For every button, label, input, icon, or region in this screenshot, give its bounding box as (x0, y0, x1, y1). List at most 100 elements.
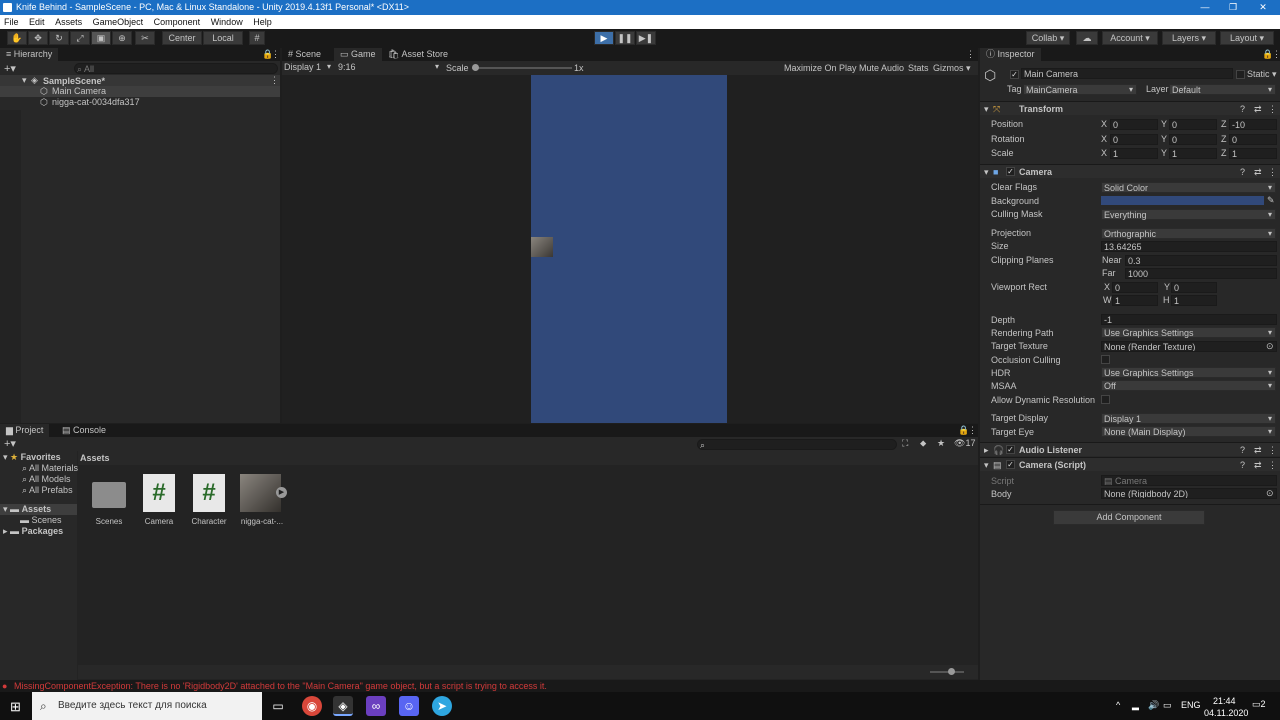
panel-menu-icon[interactable]: ⋮ (271, 49, 280, 60)
menu-component[interactable]: Component (154, 17, 201, 27)
chrome-icon[interactable]: ◉ (302, 696, 322, 716)
visual-studio-icon[interactable]: ∞ (366, 696, 386, 716)
viewport-y-field[interactable]: 0 (1171, 282, 1217, 293)
preset-icon[interactable]: ⇄ (1254, 443, 1262, 457)
camera-header[interactable]: ▾ ■ ✓ Camera ? ⇄ ⋮ (980, 164, 1280, 178)
rotation-y-field[interactable]: 0 (1169, 134, 1217, 145)
pause-button[interactable]: ❚❚ (615, 31, 635, 45)
status-error-message[interactable]: MissingComponentException: There is no '… (14, 681, 547, 691)
context-menu-icon[interactable]: ⋮ (1268, 443, 1277, 457)
step-button[interactable]: ▶❚ (636, 31, 656, 45)
rect-tool-icon[interactable]: ▣ (91, 31, 111, 45)
rotation-x-field[interactable]: 0 (1110, 134, 1158, 145)
msaa-dropdown[interactable]: Off (1101, 380, 1276, 391)
menu-gameobject[interactable]: GameObject (93, 17, 144, 27)
occlusion-culling-checkbox[interactable] (1101, 355, 1110, 364)
breadcrumb-assets[interactable]: Assets (80, 453, 110, 463)
stats-toggle[interactable]: Stats (908, 63, 929, 73)
windows-start-icon[interactable]: ⊞ (10, 699, 21, 715)
mute-audio-toggle[interactable]: Mute Audio (859, 63, 904, 73)
cloud-icon[interactable]: ☁ (1076, 31, 1098, 45)
tab-hierarchy[interactable]: ≡ Hierarchy (0, 48, 59, 61)
active-checkbox[interactable]: ✓ (1010, 70, 1019, 79)
rendering-path-dropdown[interactable]: Use Graphics Settings (1101, 327, 1276, 338)
preset-icon[interactable]: ⇄ (1254, 102, 1262, 116)
tree-item[interactable]: ▬ Scenes (20, 515, 62, 526)
menu-help[interactable]: Help (253, 17, 272, 27)
icon-size-slider-track[interactable] (930, 671, 964, 673)
preset-icon[interactable]: ⇄ (1254, 165, 1262, 179)
audio-listener-header[interactable]: ▸ 🎧 ✓ Audio Listener ? ⇄ ⋮ (980, 442, 1280, 456)
panel-menu-icon[interactable]: ⋮ (1272, 49, 1280, 60)
foldout-arrow-icon[interactable]: ▸ (984, 443, 989, 457)
tab-game[interactable]: ▭ Game (334, 48, 382, 61)
tray-arrow-icon[interactable]: ^ (1116, 700, 1120, 710)
tab-inspector[interactable]: ⓘ Inspector (980, 48, 1041, 61)
tree-item[interactable]: ⌕ All Prefabs (22, 485, 73, 496)
project-search-input[interactable]: ⌕ (697, 439, 897, 450)
menu-window[interactable]: Window (211, 17, 243, 27)
object-name-field[interactable]: Main Camera (1021, 68, 1233, 79)
expand-arrow-icon[interactable]: ▸ (3, 526, 8, 536)
tab-scene[interactable]: # Scene (282, 48, 327, 61)
tab-asset-store[interactable]: 🛍 Asset Store (382, 48, 454, 61)
status-bar[interactable]: ● MissingComponentException: There is no… (0, 680, 1280, 692)
list-item[interactable]: ⬡ nigga-cat-0034dfa317 (0, 97, 280, 108)
eyedropper-icon[interactable]: ✎ (1267, 195, 1275, 206)
gizmos-dropdown[interactable]: Gizmos ▾ (933, 63, 971, 74)
scale-slider-thumb[interactable] (472, 64, 479, 71)
expand-arrow-icon[interactable]: ▾ (22, 75, 27, 86)
custom-tool-icon[interactable]: ✂ (135, 31, 155, 45)
account-dropdown[interactable]: Account ▾ (1102, 31, 1158, 45)
maximize-icon[interactable]: ❐ (1218, 0, 1248, 15)
grid-snap-icon[interactable]: # (249, 31, 265, 45)
menu-assets[interactable]: Assets (55, 17, 82, 27)
pivot-center-button[interactable]: Center (162, 31, 202, 45)
position-x-field[interactable]: 0 (1110, 119, 1158, 130)
target-texture-field[interactable]: None (Render Texture) (1101, 341, 1277, 352)
play-button[interactable]: ▶ (594, 31, 614, 45)
camera-enabled-checkbox[interactable]: ✓ (1006, 167, 1015, 176)
create-plus-icon[interactable]: +▾ (4, 62, 16, 75)
discord-icon[interactable]: ☺ (399, 696, 419, 716)
background-color-swatch[interactable] (1101, 196, 1264, 205)
list-item[interactable]: ⬡ Main Camera (0, 86, 280, 97)
scale-x-field[interactable]: 1 (1110, 148, 1158, 159)
hdr-dropdown[interactable]: Use Graphics Settings (1101, 367, 1276, 378)
clock-date[interactable]: 04.11.2020 (1204, 708, 1248, 718)
expand-arrow-icon[interactable]: ▾ (3, 504, 8, 514)
help-icon[interactable]: ? (1240, 443, 1245, 457)
help-icon[interactable]: ? (1240, 165, 1245, 179)
assets-row[interactable]: ▾ ▬ Assets (0, 504, 77, 515)
camera-script-enabled-checkbox[interactable]: ✓ (1006, 460, 1015, 469)
network-icon[interactable]: ▂ (1132, 700, 1139, 711)
filter-by-label-icon[interactable]: ⬥ (920, 438, 926, 449)
viewport-h-field[interactable]: 1 (1171, 295, 1217, 306)
tab-project[interactable]: ▆ Project (0, 424, 50, 437)
help-icon[interactable]: ? (1240, 458, 1245, 472)
foldout-arrow-icon[interactable]: ▾ (984, 165, 989, 179)
unity-icon[interactable]: ◈ (333, 696, 353, 716)
taskbar-search-input[interactable]: ⌕ Введите здесь текст для поиска (32, 692, 262, 720)
layers-dropdown[interactable]: Layers ▾ (1162, 31, 1216, 45)
rotate-tool-icon[interactable]: ↻ (49, 31, 69, 45)
maximize-on-play-toggle[interactable]: Maximize On Play (784, 63, 857, 73)
target-display-dropdown[interactable]: Display 1 (1101, 413, 1276, 424)
aspect-dropdown[interactable]: 9:16 (336, 61, 442, 73)
near-field[interactable]: 0.3 (1125, 255, 1277, 266)
pivot-local-button[interactable]: Local (203, 31, 243, 45)
help-icon[interactable]: ? (1240, 102, 1245, 116)
add-component-button[interactable]: Add Component (1053, 510, 1205, 525)
foldout-arrow-icon[interactable]: ▾ (984, 458, 989, 472)
filter-by-type-icon[interactable]: ⛶ (902, 438, 908, 449)
hidden-packages-icon[interactable]: 👁17 (954, 438, 975, 449)
transform-tool-icon[interactable]: ⊕ (112, 31, 132, 45)
hierarchy-search-input[interactable]: ⌕ All (74, 63, 278, 74)
collab-button[interactable]: Collab ▾ (1026, 31, 1070, 45)
create-plus-icon[interactable]: +▾ (4, 437, 16, 450)
notifications-icon[interactable]: ▭2 (1252, 699, 1266, 710)
static-checkbox[interactable] (1236, 70, 1245, 79)
menu-edit[interactable]: Edit (29, 17, 45, 27)
favorites-row[interactable]: ▾ ★ Favorites (0, 452, 77, 463)
expand-sprite-icon[interactable]: ▶ (276, 487, 287, 498)
